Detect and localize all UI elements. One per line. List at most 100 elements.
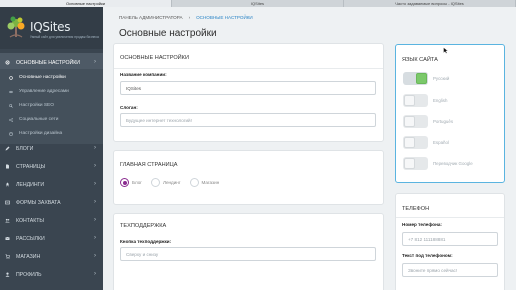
toggle-knob <box>404 116 415 127</box>
file-icon <box>6 164 9 169</box>
chevron-right-icon: › <box>94 199 96 205</box>
sidebar-item-blogs[interactable]: Блоги › <box>0 139 103 158</box>
home-page-card: Главная страница Блог Лендинг Магазин <box>113 150 384 205</box>
support-button-input[interactable]: Сверху и снизу <box>120 247 376 261</box>
sidebar-subitem-label: Основные настройки <box>19 75 66 80</box>
slogan-input[interactable]: Будущее интернет технологий! <box>120 113 376 127</box>
user-icon <box>5 272 10 277</box>
chevron-right-icon: › <box>94 181 96 187</box>
logo[interactable]: IQSites Умный сайт для увеличения продаж… <box>0 7 103 49</box>
sidebar-item-shop[interactable]: Магазин › <box>0 247 103 266</box>
pencil-icon <box>5 146 10 151</box>
sidebar-item-contacts[interactable]: Контакты › <box>0 211 103 230</box>
rocket-icon <box>6 182 9 187</box>
phone-number-label: Номер телефона: <box>402 222 442 227</box>
radio-option-landing[interactable]: Лендинг <box>150 178 181 187</box>
chevron-right-icon: › <box>94 271 96 277</box>
toggle-english[interactable] <box>403 94 428 107</box>
chevron-right-icon: › <box>94 145 96 151</box>
sidebar-item-mailings[interactable]: Рассылки › <box>0 229 103 248</box>
slogan-placeholder: Будущее интернет технологий! <box>126 118 192 123</box>
sidebar-item-label: Лендинги <box>16 181 45 188</box>
sidebar-item-label: Профиль <box>16 271 42 278</box>
chevron-right-icon: › <box>94 163 96 169</box>
divider <box>396 217 504 218</box>
radio-label: Магазин <box>201 180 220 185</box>
sidebar-subitem-social[interactable]: Социальные сети <box>0 113 103 126</box>
sidebar-subitem-addresses[interactable]: Управление адресами <box>0 85 103 98</box>
sidebar-item-label: Контакты <box>16 217 44 224</box>
sidebar-item-label: Рассылки <box>16 235 45 242</box>
company-name-input[interactable]: IQSites <box>120 81 376 95</box>
radio-button[interactable] <box>189 178 199 187</box>
sidebar-submenu: Основные настройки Управление адресами Н… <box>0 69 103 144</box>
phone-card: Телефон Номер телефона: +7 812 111188881… <box>395 193 505 290</box>
search-icon <box>9 103 13 108</box>
cart-icon <box>5 254 10 259</box>
sidebar-item-label: Формы захвата <box>16 199 61 206</box>
toggle-portuguese[interactable] <box>403 115 428 128</box>
logo-title: IQSites <box>30 20 71 34</box>
gear-icon <box>9 75 13 80</box>
phone-number-placeholder: +7 812 111188881 <box>408 237 446 242</box>
browser-tab-settings[interactable]: Основные настройки <box>0 0 172 7</box>
breadcrumb-separator: › <box>188 15 191 20</box>
main-settings-title: Основные настройки <box>120 55 189 61</box>
sidebar-subitem-main-settings[interactable]: Основные настройки <box>0 71 103 84</box>
radio-label: Блог <box>132 180 142 185</box>
language-label-portuguese: Português <box>433 119 454 124</box>
phone-title: Телефон <box>402 206 430 212</box>
sidebar-subitem-seo[interactable]: Настройки SEO <box>0 99 103 112</box>
toggle-google-translate[interactable] <box>403 157 428 170</box>
phone-text-input[interactable]: Звоните прямо сейчас! <box>402 263 498 277</box>
link-icon <box>9 90 13 93</box>
sidebar-item-label: Блоги <box>16 145 34 152</box>
chevron-down-icon: › <box>94 59 96 65</box>
logo-subtitle: Умный сайт для увеличения продаж бизнеса <box>30 35 99 39</box>
support-title: Техподдержка <box>120 223 167 229</box>
browser-tab-iqsites[interactable]: IQSites <box>172 0 344 7</box>
main-settings-card: Основные настройки Название компании: IQ… <box>113 43 384 142</box>
sidebar-item-label: Магазин <box>16 253 41 260</box>
toggle-spanish[interactable] <box>403 136 428 149</box>
sidebar-item-profile[interactable]: Профиль › <box>0 265 103 284</box>
language-label-spanish: Español <box>433 140 449 145</box>
phone-number-input[interactable]: +7 812 111188881 <box>402 232 498 246</box>
sidebar-item-capture-forms[interactable]: Формы захвата › <box>0 193 103 212</box>
page-title: Основные настройки <box>119 28 217 39</box>
sidebar-subitem-label: Настройки SEO <box>19 103 54 108</box>
breadcrumb-root[interactable]: Панель администратора <box>119 15 183 20</box>
phone-text-label: Текст под телефоном: <box>402 253 453 258</box>
breadcrumb: Панель администратора › Основные настрой… <box>119 15 253 20</box>
company-name-label: Название компании: <box>120 72 167 77</box>
toggle-knob <box>404 137 415 148</box>
gear-icon <box>5 60 10 65</box>
radio-label: Лендинг <box>162 180 181 185</box>
sidebar-item-landings[interactable]: Лендинги › <box>0 175 103 194</box>
breadcrumb-current: Основные настройки <box>196 15 253 20</box>
sidebar-item-label: Страницы <box>16 163 46 170</box>
browser-tab-strip: Основные настройки IQSites Часто задавае… <box>0 0 516 7</box>
tree-logo-icon <box>7 16 25 38</box>
radio-button[interactable] <box>120 178 129 187</box>
language-card: Язык сайта Русский English Português Esp… <box>395 44 505 183</box>
home-page-options: Блог Лендинг Магазин <box>120 178 219 187</box>
support-button-label: Кнопка техподдержки: <box>120 239 172 244</box>
envelope-icon <box>5 236 10 240</box>
browser-tab-faq[interactable]: Часто задаваемые вопросы - IQSites <box>344 0 516 7</box>
divider <box>114 68 383 69</box>
toggle-knob <box>404 95 415 106</box>
form-icon <box>5 200 10 205</box>
language-title: Язык сайта <box>402 57 438 63</box>
radio-option-shop[interactable]: Магазин <box>189 178 220 187</box>
toggle-russian[interactable] <box>403 72 428 85</box>
sidebar-item-pages[interactable]: Страницы › <box>0 157 103 176</box>
chevron-right-icon: › <box>94 253 96 259</box>
radio-button[interactable] <box>150 178 160 187</box>
phone-text-placeholder: Звоните прямо сейчас! <box>408 268 458 273</box>
radio-option-blog[interactable]: Блог <box>120 178 142 187</box>
chevron-right-icon: › <box>94 217 96 223</box>
sidebar-subitem-label: Социальные сети <box>19 117 59 122</box>
sidebar-subitem-label: Управление адресами <box>19 89 69 94</box>
support-button-placeholder: Сверху и снизу <box>126 252 159 257</box>
